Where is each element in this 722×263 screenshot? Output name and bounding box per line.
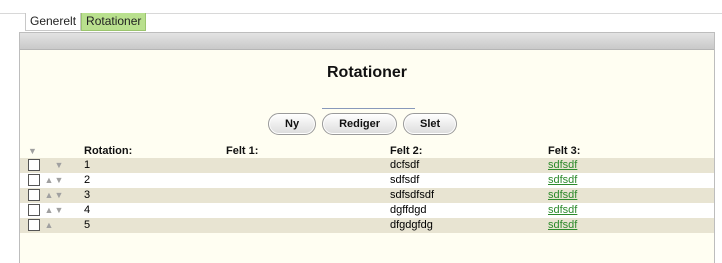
cell-felt2: dfgdgfdg [390, 218, 548, 233]
action-buttons: Ny Rediger Slet [268, 113, 458, 135]
cell-felt1 [226, 158, 390, 173]
table-row[interactable]: ▲▼ 3 sdfsdfsdf sdfsdf [20, 188, 714, 203]
cell-felt2: sdfsdfsdf [390, 188, 548, 203]
cell-rotation: 5 [84, 218, 226, 233]
header-rotation: Rotation: [84, 144, 133, 157]
cell-felt1 [226, 173, 390, 188]
table-header-row: ▼ Rotation: Felt 1: Felt 2: Felt 3: [20, 144, 714, 158]
edit-button[interactable]: Rediger [322, 113, 398, 135]
felt3-link[interactable]: sdfsdf [548, 219, 577, 231]
felt3-link[interactable]: sdfsdf [548, 189, 577, 201]
tab-generelt[interactable]: Generelt [25, 13, 82, 31]
row-controls: ▲▼ [20, 218, 84, 233]
cell-felt2: dgffdgd [390, 203, 548, 218]
cell-felt3: sdfsdf [548, 158, 714, 173]
cell-felt1 [226, 203, 390, 218]
row-controls: ▲▼ [20, 188, 84, 203]
felt3-link[interactable]: sdfsdf [548, 204, 577, 216]
cell-felt3: sdfsdf [548, 188, 714, 203]
move-up-icon[interactable]: ▲ [44, 175, 54, 185]
table-row[interactable]: ▲▼ 5 dfgdgfdg sdfsdf [20, 218, 714, 233]
tab-rotationer[interactable]: Rotationer [81, 13, 147, 31]
felt3-link[interactable]: sdfsdf [548, 159, 577, 171]
cell-felt3: sdfsdf [548, 218, 714, 233]
move-down-icon[interactable]: ▼ [54, 175, 64, 185]
cell-felt3: sdfsdf [548, 173, 714, 188]
panel-header-bar [20, 33, 714, 50]
row-checkbox[interactable] [28, 189, 40, 202]
row-checkbox[interactable] [28, 204, 40, 217]
cell-felt1 [226, 218, 390, 233]
table-row[interactable]: ▲▼ 4 dgffdgd sdfsdf [20, 203, 714, 218]
felt3-link[interactable]: sdfsdf [548, 174, 577, 186]
move-up-icon[interactable]: ▲ [44, 220, 54, 230]
header-felt2: Felt 2: [390, 144, 423, 157]
sort-down-icon[interactable]: ▼ [28, 146, 37, 156]
cell-rotation: 2 [84, 173, 226, 188]
move-down-icon[interactable]: ▼ [54, 190, 64, 200]
rotationer-panel: Rotationer Ny Rediger Slet ▼ Rotation: F… [19, 32, 715, 263]
new-button[interactable]: Ny [268, 113, 317, 135]
row-controls: ▲▼ [20, 203, 84, 218]
tab-bar: Generelt Rotationer [25, 13, 147, 32]
move-down-icon[interactable]: ▼ [54, 160, 64, 170]
cell-rotation: 3 [84, 188, 226, 203]
row-checkbox[interactable] [28, 219, 40, 232]
header-felt3: Felt 3: [548, 144, 581, 157]
move-down-icon[interactable]: ▼ [54, 205, 64, 215]
rotation-table: ▼ Rotation: Felt 1: Felt 2: Felt 3: ▲▼ 1… [20, 144, 714, 233]
move-up-icon[interactable]: ▲ [44, 205, 54, 215]
header-felt1: Felt 1: [226, 144, 259, 157]
sort-header-cell: ▼ [20, 144, 84, 158]
delete-button[interactable]: Slet [403, 113, 458, 135]
row-checkbox[interactable] [28, 174, 40, 187]
cell-felt2: dcfsdf [390, 158, 548, 173]
cell-rotation: 1 [84, 158, 226, 173]
table-row[interactable]: ▲▼ 2 sdfsdf sdfsdf [20, 173, 714, 188]
cell-felt1 [226, 188, 390, 203]
row-controls: ▲▼ [20, 158, 84, 173]
page-title: Rotationer [327, 64, 407, 81]
row-controls: ▲▼ [20, 173, 84, 188]
cell-rotation: 4 [84, 203, 226, 218]
cell-felt2: sdfsdf [390, 173, 548, 188]
row-checkbox[interactable] [28, 159, 40, 172]
move-up-icon[interactable]: ▲ [44, 190, 54, 200]
cell-felt3: sdfsdf [548, 203, 714, 218]
table-row[interactable]: ▲▼ 1 dcfsdf sdfsdf [20, 158, 714, 173]
title-divider [322, 108, 415, 109]
